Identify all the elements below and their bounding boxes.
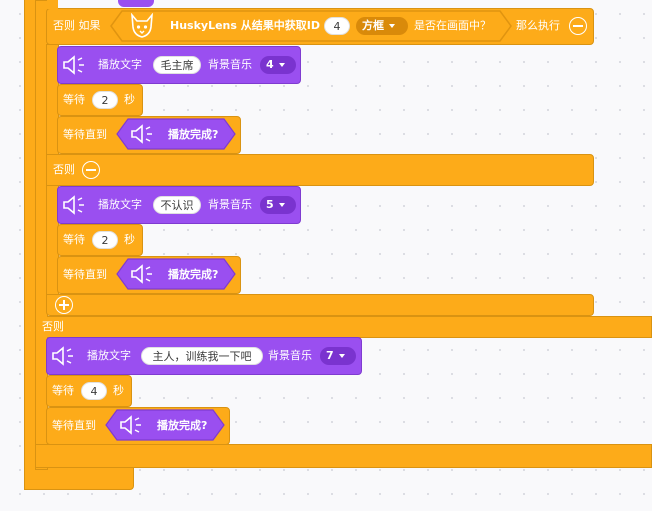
- frame-type-label: 方框: [362, 19, 384, 32]
- play-done-label: 播放完成?: [168, 128, 219, 141]
- frame-type-dropdown[interactable]: 方框: [356, 17, 408, 35]
- music-value-2: 5: [266, 198, 274, 211]
- play-done-label: 播放完成?: [168, 268, 219, 281]
- else-label-2: 否则: [42, 320, 64, 333]
- id-input[interactable]: 4: [324, 17, 350, 35]
- speaker-icon: [130, 124, 156, 144]
- speaker-icon: [119, 415, 145, 435]
- huskylens-label: HuskyLens 从结果中获取ID: [170, 19, 320, 32]
- minus-circle-icon[interactable]: [569, 17, 587, 35]
- else-label-1: 否则: [53, 163, 75, 176]
- speaker-icon: [62, 195, 88, 215]
- dropdown-arrow-icon: [278, 203, 285, 207]
- seconds-label: 秒: [124, 93, 135, 106]
- seconds-label: 秒: [113, 384, 124, 397]
- bgm-label: 背景音乐: [208, 58, 252, 71]
- huskylens-cat-icon: [128, 12, 156, 39]
- else-if-label: 否则 如果: [53, 19, 101, 32]
- inner-if-block-foot[interactable]: [35, 444, 652, 468]
- speaker-icon: [62, 55, 88, 75]
- minus-circle-icon[interactable]: [82, 161, 100, 179]
- top-sound-block-stub: [118, 0, 154, 7]
- else-header-1[interactable]: [46, 154, 594, 186]
- music-value-3: 7: [326, 349, 334, 362]
- play-done-label: 播放完成?: [157, 419, 208, 432]
- dropdown-arrow-icon: [338, 354, 345, 358]
- text-input-1[interactable]: 毛主席: [153, 56, 201, 74]
- play-text-label: 播放文字: [98, 58, 142, 71]
- bgm-label: 背景音乐: [208, 198, 252, 211]
- wait-label: 等待: [63, 93, 85, 106]
- speaker-icon: [130, 264, 156, 284]
- wait-label: 等待: [63, 233, 85, 246]
- text-input-3[interactable]: 主人，训练我一下吧: [141, 347, 263, 365]
- text-input-2[interactable]: 不认识: [153, 196, 201, 214]
- speaker-icon: [51, 346, 77, 366]
- plus-circle-icon[interactable]: [55, 296, 73, 314]
- music-dropdown-3[interactable]: 7: [320, 347, 356, 365]
- play-text-label: 播放文字: [98, 198, 142, 211]
- music-dropdown-2[interactable]: 5: [260, 196, 296, 214]
- else-if-arm-fill: [47, 0, 58, 9]
- wait-until-label: 等待直到: [52, 419, 96, 432]
- wait-input-1[interactable]: 2: [92, 91, 118, 109]
- wait-until-label: 等待直到: [63, 128, 107, 141]
- music-dropdown-1[interactable]: 4: [260, 56, 296, 74]
- music-value-1: 4: [266, 58, 274, 71]
- then-do-label: 那么执行: [516, 19, 560, 32]
- seconds-label: 秒: [124, 233, 135, 246]
- wait-until-label: 等待直到: [63, 268, 107, 281]
- in-screen-label: 是否在画面中？: [414, 19, 491, 32]
- wait-label: 等待: [52, 384, 74, 397]
- wait-input-2[interactable]: 2: [92, 231, 118, 249]
- bgm-label: 背景音乐: [268, 349, 312, 362]
- inner-if-foot[interactable]: [46, 294, 594, 316]
- outer-arm-fill: [25, 0, 35, 489]
- dropdown-arrow-icon: [389, 24, 395, 28]
- play-text-label: 播放文字: [87, 349, 131, 362]
- dropdown-arrow-icon: [278, 63, 285, 67]
- wait-input-3[interactable]: 4: [81, 382, 107, 400]
- else-header-2[interactable]: [35, 316, 652, 338]
